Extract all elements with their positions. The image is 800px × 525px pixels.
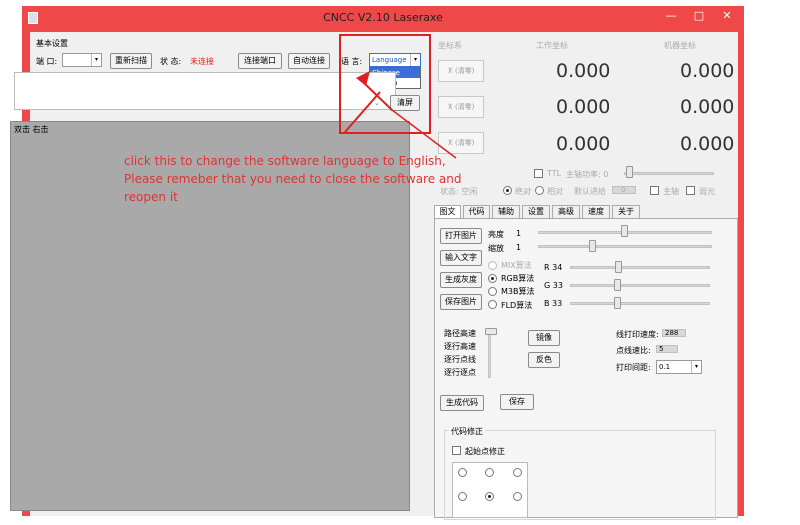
annotation-line-2: Please remeber that you need to close th… [124, 172, 462, 186]
annotation-line-1: click this to change the software langua… [124, 154, 446, 168]
annotation-line-3: reopen it [124, 190, 178, 204]
annotation-arrow-icon [344, 71, 457, 159]
